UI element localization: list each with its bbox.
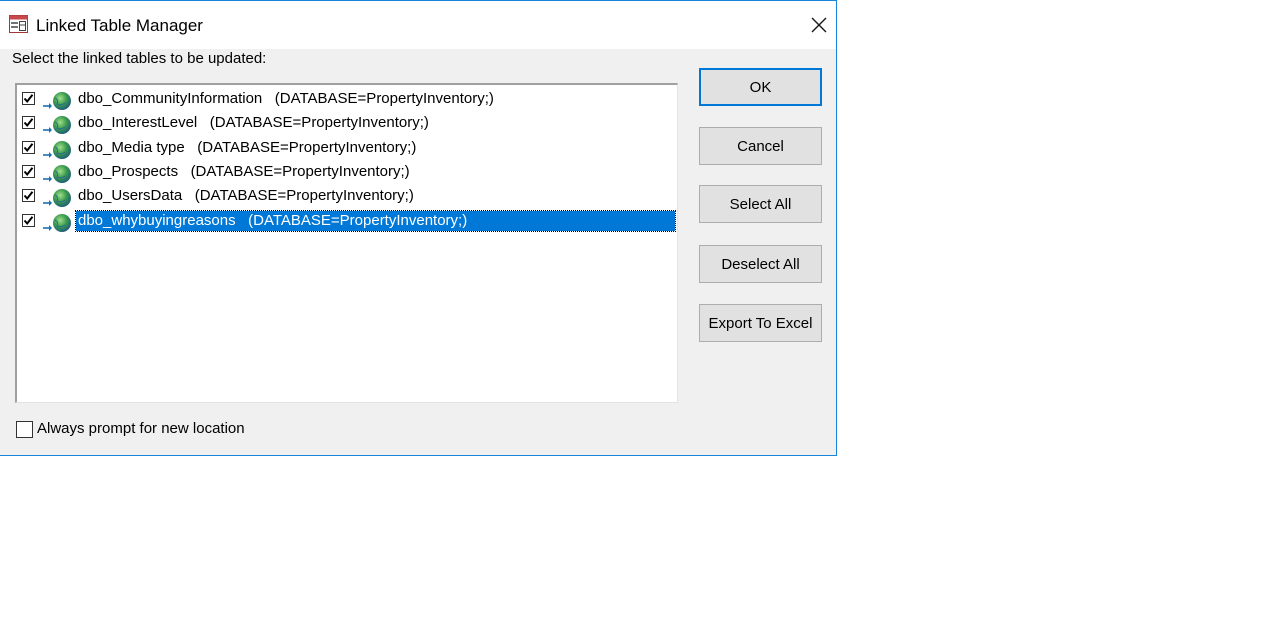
always-prompt-checkbox[interactable]	[16, 421, 33, 438]
table-label: dbo_InterestLevel (DATABASE=PropertyInve…	[78, 114, 429, 132]
window-title: Linked Table Manager	[36, 16, 203, 35]
table-checkbox[interactable]	[22, 116, 35, 130]
table-row[interactable]: dbo_whybuyingreasons (DATABASE=PropertyI…	[17, 209, 677, 233]
table-label: dbo_Media type (DATABASE=PropertyInvento…	[78, 138, 417, 156]
table-row[interactable]: dbo_UsersData (DATABASE=PropertyInventor…	[17, 184, 677, 208]
linked-odbc-table-icon	[41, 187, 73, 209]
close-button[interactable]	[802, 1, 836, 49]
checkmark-icon	[23, 191, 34, 201]
table-row[interactable]: dbo_CommunityInformation (DATABASE=Prope…	[17, 87, 677, 111]
ok-button[interactable]: OK	[699, 68, 822, 106]
linked-odbc-table-icon	[41, 90, 73, 112]
close-icon	[811, 17, 827, 33]
checkmark-icon	[23, 118, 34, 128]
table-label: dbo_CommunityInformation (DATABASE=Prope…	[78, 90, 494, 107]
deselect-all-button[interactable]: Deselect All	[699, 245, 822, 283]
linked-table-manager-dialog: Linked Table Manager Select the linked t…	[0, 0, 837, 456]
table-row[interactable]: dbo_InterestLevel (DATABASE=PropertyInve…	[17, 111, 677, 135]
checkmark-icon	[23, 142, 34, 152]
checkmark-icon	[23, 215, 34, 225]
table-label: dbo_Prospects (DATABASE=PropertyInventor…	[78, 162, 410, 180]
table-row[interactable]: dbo_Prospects (DATABASE=PropertyInventor…	[17, 160, 677, 184]
checkmark-icon	[23, 167, 34, 176]
table-checkbox[interactable]	[22, 92, 35, 105]
title-bar: Linked Table Manager	[0, 1, 836, 49]
table-checkbox[interactable]	[22, 213, 35, 227]
cancel-button[interactable]: Cancel	[699, 127, 822, 165]
linked-odbc-table-icon	[41, 163, 73, 185]
always-prompt-label[interactable]: Always prompt for new location	[37, 419, 245, 439]
table-checkbox[interactable]	[22, 140, 35, 154]
table-row[interactable]: dbo_Media type (DATABASE=PropertyInvento…	[17, 136, 677, 160]
table-checkbox[interactable]	[22, 189, 35, 203]
table-checkbox[interactable]	[22, 164, 35, 178]
table-label: dbo_UsersData (DATABASE=PropertyInventor…	[78, 187, 414, 205]
linked-odbc-table-icon	[41, 139, 73, 161]
linked-tables-list[interactable]: dbo_CommunityInformation (DATABASE=Prope…	[15, 83, 678, 403]
linked-odbc-table-icon	[41, 114, 73, 136]
table-label: dbo_whybuyingreasons (DATABASE=PropertyI…	[75, 209, 676, 232]
linked-odbc-table-icon	[41, 212, 73, 234]
export-to-excel-button[interactable]: Export To Excel	[699, 304, 822, 342]
instructions-label: Select the linked tables to be updated:	[12, 50, 267, 67]
checkmark-icon	[23, 94, 34, 104]
table-icon	[9, 15, 28, 34]
select-all-button[interactable]: Select All	[699, 185, 822, 223]
